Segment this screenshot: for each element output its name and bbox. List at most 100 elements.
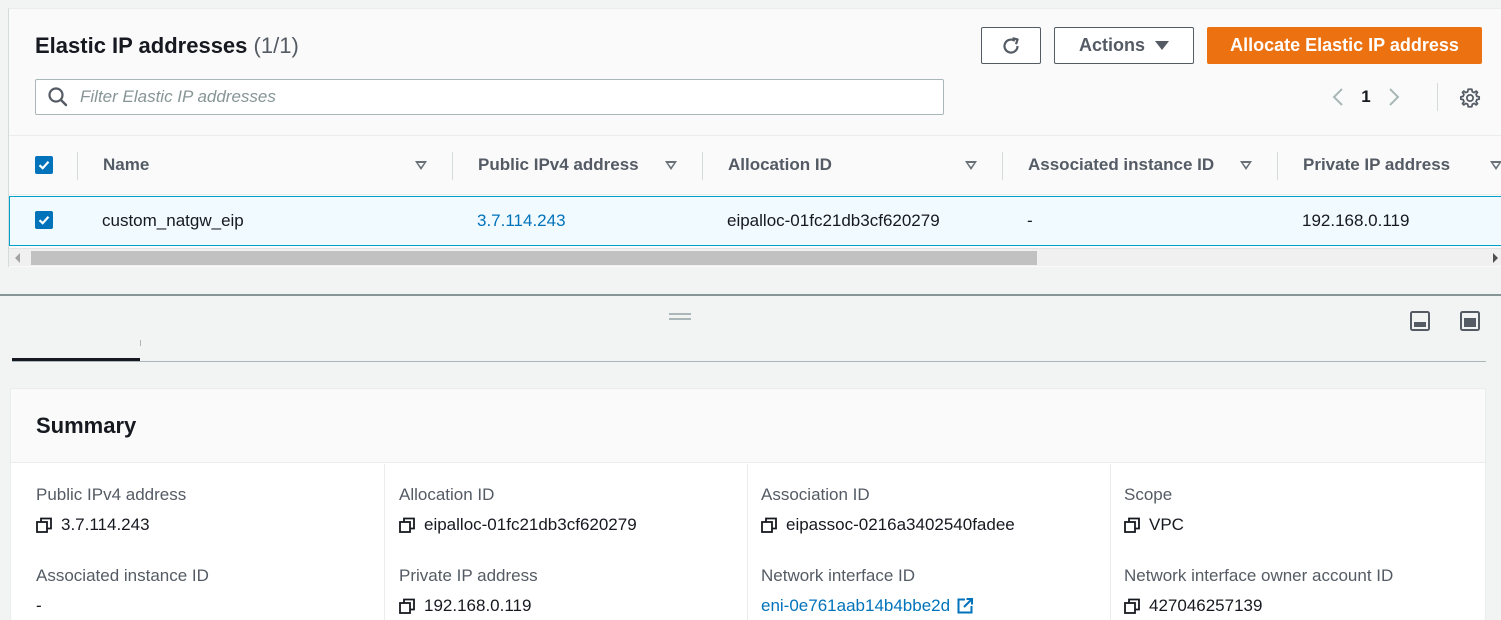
cell-public-ip-link[interactable]: 3.7.114.243	[477, 197, 566, 245]
copy-icon[interactable]	[399, 517, 416, 534]
resize-handle-icon[interactable]	[669, 313, 691, 320]
elastic-ip-table-panel: Elastic IP addresses (1/1) Actions Alloc…	[8, 8, 1501, 267]
tabs-baseline	[12, 361, 1486, 362]
horizontal-scrollbar[interactable]	[9, 248, 1501, 266]
pagination: 1	[1327, 85, 1405, 109]
refresh-icon	[1003, 36, 1019, 54]
panel-bottom-layout-icon[interactable]	[1409, 310, 1431, 332]
sort-icon[interactable]	[415, 161, 427, 170]
field-value: VPC	[1124, 515, 1184, 535]
field-associated-instance-id: Associated instance ID -	[36, 566, 209, 616]
field-label: Network interface ID	[761, 566, 915, 585]
pager-divider	[1437, 83, 1438, 111]
column-header-name[interactable]: Name	[103, 136, 149, 194]
external-link-icon[interactable]	[956, 597, 974, 615]
field-allocation-id: Allocation ID eipalloc-01fc21db3cf620279	[399, 485, 637, 535]
field-label: Association ID	[761, 485, 870, 504]
column-separator	[702, 152, 703, 180]
column-header-label: Public IPv4 address	[478, 155, 639, 174]
column-header-private-ip[interactable]: Private IP address	[1303, 136, 1450, 194]
field-value-text: 192.168.0.119	[424, 596, 532, 615]
scrollbar-thumb[interactable]	[31, 251, 1037, 265]
field-value-text: VPC	[1149, 515, 1184, 534]
tab-separator	[140, 340, 141, 346]
field-value-text: 3.7.114.243	[61, 515, 150, 534]
sort-icon[interactable]	[1240, 161, 1252, 170]
search-icon	[48, 87, 68, 107]
selection-count: (1/1)	[253, 33, 299, 58]
field-network-interface-id: Network interface ID eni-0e761aab14b4bbe…	[761, 566, 974, 616]
sort-icon[interactable]	[665, 161, 677, 170]
column-header-label: Allocation ID	[728, 155, 832, 174]
page-title-text: Elastic IP addresses	[35, 33, 248, 58]
field-label: Public IPv4 address	[36, 485, 187, 504]
panel-side-layout-icon[interactable]	[1459, 310, 1481, 332]
field-label: Associated instance ID	[36, 566, 209, 585]
field-network-interface-owner: Network interface owner account ID 42704…	[1124, 566, 1393, 616]
row-checkbox[interactable]	[35, 211, 53, 229]
column-header-public-ipv4[interactable]: Public IPv4 address	[478, 136, 639, 194]
table-row[interactable]: custom_natgw_eip 3.7.114.243 eipalloc-01…	[9, 196, 1501, 246]
copy-icon[interactable]	[1124, 517, 1141, 534]
column-header-label: Private IP address	[1303, 155, 1451, 174]
summary-column: Association ID eipassoc-0216a3402540fade…	[747, 464, 1110, 620]
column-header-associated-instance-id[interactable]: Associated instance ID	[1028, 136, 1214, 194]
column-separator	[77, 152, 78, 180]
field-label: Allocation ID	[399, 485, 495, 504]
allocate-elastic-ip-button[interactable]: Allocate Elastic IP address	[1207, 27, 1482, 64]
scroll-left-icon[interactable]	[15, 253, 20, 263]
summary-heading: Summary	[11, 389, 1485, 463]
field-public-ipv4: Public IPv4 address 3.7.114.243	[36, 485, 186, 535]
field-value-text: eipalloc-01fc21db3cf620279	[424, 515, 637, 534]
split-panel-divider	[0, 294, 1501, 296]
field-value: 192.168.0.119	[399, 596, 538, 616]
column-separator	[1277, 152, 1278, 180]
summary-column: Public IPv4 address 3.7.114.243 Associat…	[11, 464, 384, 620]
filter-box[interactable]	[35, 79, 944, 115]
network-interface-link[interactable]: eni-0e761aab14b4bbe2d	[761, 596, 950, 616]
column-separator	[452, 152, 453, 180]
field-label: Scope	[1124, 485, 1173, 504]
field-value: 3.7.114.243	[36, 515, 186, 535]
select-all-checkbox[interactable]	[35, 156, 53, 174]
column-header-label: Name	[103, 155, 150, 174]
refresh-button[interactable]	[981, 27, 1041, 64]
column-header-label: Associated instance ID	[1028, 155, 1215, 174]
copy-icon[interactable]	[399, 598, 416, 615]
field-value: -	[36, 596, 209, 616]
sort-icon[interactable]	[965, 161, 977, 170]
field-value-text: 427046257139	[1149, 596, 1263, 615]
field-label: Network interface owner account ID	[1124, 566, 1394, 585]
field-value-text: eipassoc-0216a3402540fadee	[786, 515, 1015, 534]
actions-dropdown-button[interactable]: Actions	[1054, 27, 1194, 64]
scroll-right-icon[interactable]	[1493, 253, 1498, 263]
sort-icon[interactable]	[1490, 161, 1501, 170]
next-page-icon[interactable]	[1383, 85, 1405, 109]
gear-icon[interactable]	[1459, 87, 1481, 109]
column-separator	[1002, 152, 1003, 180]
previous-page-icon[interactable]	[1327, 85, 1349, 109]
table-header: Name Public IPv4 address Allocation ID A…	[9, 135, 1501, 195]
actions-label: Actions	[1078, 35, 1145, 55]
allocate-label: Allocate Elastic IP address	[1230, 35, 1459, 55]
tab-details-active-indicator[interactable]	[12, 358, 140, 361]
field-private-ip: Private IP address 192.168.0.119	[399, 566, 538, 616]
cell-private-ip: 192.168.0.119	[1302, 211, 1410, 230]
current-page-number[interactable]: 1	[1349, 87, 1383, 107]
copy-icon[interactable]	[36, 517, 53, 534]
copy-icon[interactable]	[761, 517, 778, 534]
page-title: Elastic IP addresses (1/1)	[35, 33, 299, 59]
cell-instance-id: -	[1027, 211, 1033, 230]
column-header-allocation-id[interactable]: Allocation ID	[728, 136, 832, 194]
field-label: Private IP address	[399, 566, 538, 585]
field-value: eni-0e761aab14b4bbe2d	[761, 596, 974, 616]
field-association-id: Association ID eipassoc-0216a3402540fade…	[761, 485, 1015, 535]
cell-allocation-id: eipalloc-01fc21db3cf620279	[727, 211, 940, 230]
summary-column: Scope VPC Network interface owner accoun…	[1110, 464, 1486, 620]
filter-input[interactable]	[80, 87, 900, 107]
field-scope: Scope VPC	[1124, 485, 1184, 535]
copy-icon[interactable]	[1124, 598, 1141, 615]
summary-container: Summary Public IPv4 address 3.7.114.243 …	[10, 388, 1486, 620]
summary-column: Allocation ID eipalloc-01fc21db3cf620279…	[384, 464, 747, 620]
field-value: eipassoc-0216a3402540fadee	[761, 515, 1015, 535]
